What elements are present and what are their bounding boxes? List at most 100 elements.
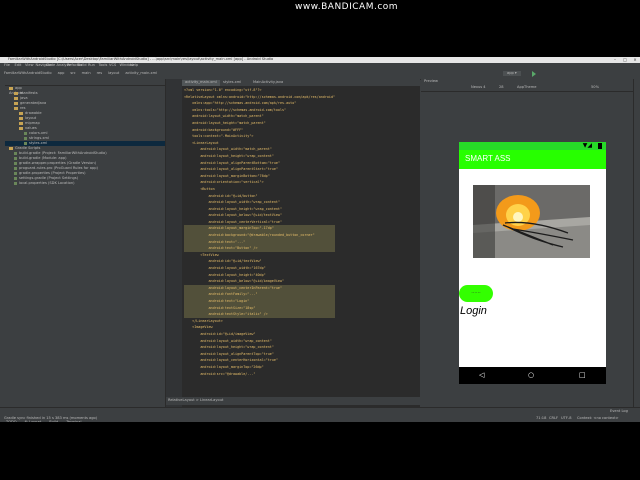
app-title: SMART ASS [465,154,511,163]
tree-item-label: mipmap [25,121,40,125]
tree-item-label: gradle.properties (Project Properties) [19,171,86,175]
tab-activity-main[interactable]: activity_main.xml [182,80,220,86]
run-config-selector[interactable]: app ▾ [503,71,521,76]
editor-bottom-bar: RelativeLayout > LinearLayout [166,397,420,405]
tree-item-label: drawable [25,111,42,115]
tree-item-label: styles.xml [29,141,48,145]
caret-position[interactable]: 71:18 [536,416,546,421]
file-icon [14,161,17,165]
line-separator[interactable]: CRLF [549,416,558,421]
tree-item-label: build.gradle (Project: FamiliarWithAndro… [19,151,107,155]
folder-icon [14,96,18,100]
menu-build[interactable]: Build [78,63,87,68]
file-encoding[interactable]: UTF-8 [561,416,571,421]
code-line: xmlns:app="http://schemas.android.com/ap… [184,101,297,106]
file-icon [24,131,27,135]
file-icon [14,166,17,170]
code-line: android:textSize="18sp" [184,304,336,312]
breadcrumb-item[interactable]: FamiliarWithAndroidStudio [4,71,52,76]
code-line: android:orientation="vertical"> [184,180,264,185]
menu-tools[interactable]: Tools [99,63,108,68]
status-bar: TODO 6: Logcat Build Terminal Gradle sync f… [0,407,640,422]
login-button[interactable]: ...... [459,285,493,302]
breadcrumb-item[interactable]: layout [108,71,119,76]
code-line: android:textStyle="italic" /> [184,311,336,318]
tree-item-label: generatedJava [20,101,47,105]
event-log-button[interactable]: Event Log [610,409,628,414]
code-editor[interactable]: activity_main.xml styles.xml MainActivit… [182,79,420,407]
device-selector[interactable]: Nexus 4 [471,85,486,90]
code-line: android:layout_marginBottom="76dp" [184,173,270,178]
code-line: android:layout_width="match_parent" [184,147,272,152]
code-line: android:layout_width="wrap_content" [184,338,272,343]
app-bar: SMART ASS [459,150,606,169]
file-icon [14,176,17,180]
code-line: android:layout_marginTop="-17dp" [184,225,336,233]
tree-item-label: proguard-rules.pro (ProGuard Rules for a… [19,166,98,170]
code-line: android:layout_marginTop="26dp" [184,364,264,369]
menu-help[interactable]: Help [130,63,138,68]
folder-icon [14,101,18,105]
folder-icon [19,126,23,130]
file-icon [14,181,17,185]
tree-item-label: local.properties (SDK Location) [19,181,75,185]
code-line: <?xml version="1.0" encoding="utf-8"?> [184,88,262,92]
breadcrumb-item[interactable]: app [58,71,65,76]
code-line: android:layout_alignParentBottom="true" [184,160,280,165]
menu-view[interactable]: View [25,63,34,68]
code-line: <Button [184,186,215,191]
recents-icon[interactable]: □ [579,371,586,379]
zoom-level: 50% [591,85,599,89]
folder-icon [9,86,13,90]
folder-icon [19,111,23,115]
tree-item-label: manifests [20,91,38,95]
code-line: <RelativeLayout xmlns:android="http://sc… [184,94,336,99]
login-label: Login [460,305,487,317]
breadcrumb-item[interactable]: src [70,71,75,76]
folder-icon [19,116,23,120]
theme-selector[interactable]: AppTheme [517,85,536,90]
code-line: android:src="@drawable/..." [184,371,256,376]
code-line: android:id="@+id/button" [184,193,258,198]
code-line: android:layout_width="167dp" [184,266,266,271]
breadcrumb-item[interactable]: main [82,71,91,76]
breadcrumb-item[interactable]: res [97,71,102,76]
watermark-text: www.BANDICAM.com [295,2,399,12]
file-icon [24,136,27,140]
file-icon [14,156,17,160]
run-icon[interactable] [532,71,536,77]
phone-nav-bar: ◁ ○ □ [459,367,606,384]
menu-edit[interactable]: Edit [15,63,22,68]
right-tool-strip [633,79,640,407]
tab-main-activity[interactable]: MainActivity.java [250,80,286,86]
status-message: Gradle sync finished in 15 s 383 ms (mom… [4,416,98,420]
tab-styles[interactable]: styles.xml [220,80,244,86]
breadcrumb-item[interactable]: activity_main.xml [125,71,157,76]
code-line: android:text="Login" [184,298,336,305]
code-line: android:id="@+id/textView" [184,259,262,264]
folder-icon [19,121,23,125]
menu-file[interactable]: File [4,63,10,68]
menu-run[interactable]: Run [88,63,95,68]
folder-icon [9,146,13,150]
preview-toolbar: Preview Nexus 4 28 AppTheme 50% [421,79,633,92]
tree-item-label: java [20,96,28,100]
tree-item-label: strings.xml [29,136,49,140]
code-line: android:background="#FFF" [184,127,244,132]
code-line: android:id="@+id/imageView" [184,331,256,336]
api-selector[interactable]: 28 [499,85,504,90]
file-icon [14,171,17,175]
tree-item-label: layout [25,116,37,120]
preview-header: Preview [424,79,438,83]
menu-code[interactable]: Code [46,63,55,68]
code-line: android:text="Button" /> [184,245,336,252]
back-icon[interactable]: ◁ [479,371,484,379]
menu-vcs[interactable]: VCS [109,63,116,68]
home-icon[interactable]: ○ [528,371,534,379]
code-line: android:layout_below="@+id/imageView" [184,279,285,284]
code-content[interactable]: <?xml version="1.0" encoding="utf-8"?> <R… [184,87,336,377]
code-line: android:layout_height="wrap_content" [184,345,274,350]
editor-tabs: activity_main.xml styles.xml MainActivit… [182,79,420,87]
tree-item-label: app [15,86,22,90]
tree-item[interactable]: local.properties (SDK Location) [5,181,165,186]
